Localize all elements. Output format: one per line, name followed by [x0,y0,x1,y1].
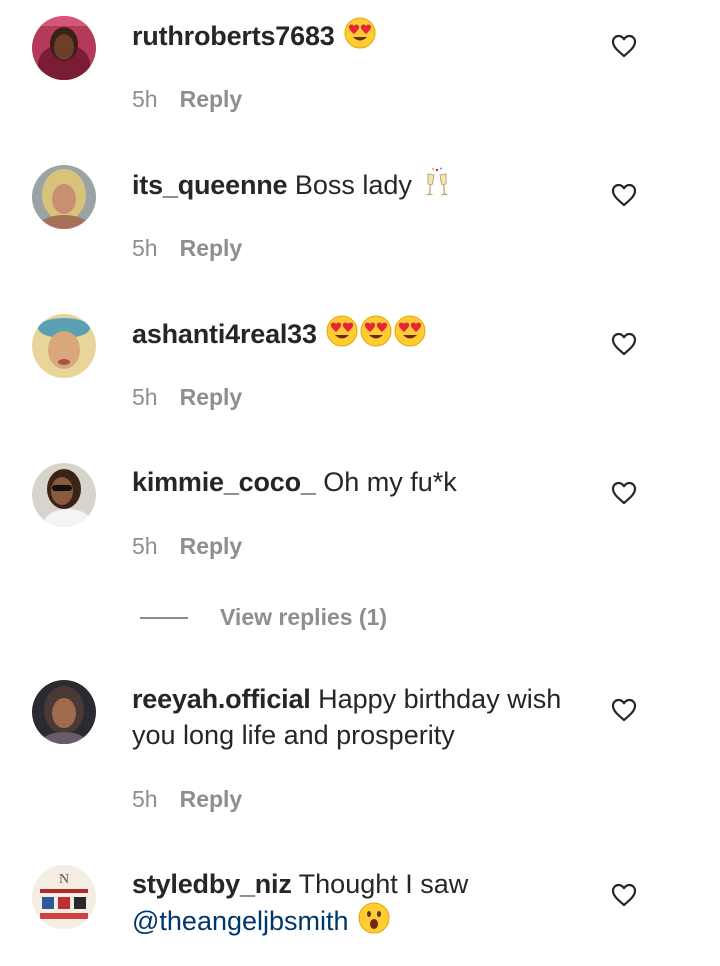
comment-meta: 5h Reply [132,85,242,113]
comment-time: 5h [132,86,158,112]
comment-username[interactable]: ruthroberts7683 [132,21,335,51]
comment-time: 5h [132,786,158,812]
comment-time: 5h [132,533,158,559]
like-heart-icon[interactable] [611,331,637,357]
comment-meta: 5h Reply [132,785,242,813]
comment-username[interactable]: styledby_niz [132,869,292,899]
comment-text: ashanti4real33 [132,315,592,352]
clinking-glasses-emoji [421,166,453,198]
comment-username[interactable]: reeyah.official [132,684,311,714]
reply-button[interactable]: Reply [180,532,243,560]
comment-meta: 5h Reply [132,234,242,262]
comment-body: Boss lady [294,170,412,200]
comment-body: Oh my fu*k [323,467,457,497]
comment-meta: 5h Reply [132,532,242,560]
heart-eyes-emoji [326,315,358,347]
reply-button[interactable]: Reply [180,383,243,411]
comment-time: 5h [132,235,158,261]
reply-button[interactable]: Reply [180,785,243,813]
avatar[interactable] [32,680,96,744]
comment-text: reeyah.official Happy birthday wish you … [132,681,592,753]
like-heart-icon[interactable] [611,480,637,506]
like-heart-icon[interactable] [611,882,637,908]
comment-text: its_queenne Boss lady [132,166,592,203]
avatar[interactable]: N [32,865,96,929]
comment-username[interactable]: kimmie_coco_ [132,467,316,497]
comment-text: ruthroberts7683 [132,17,592,54]
comment-body: Thought I saw [298,869,469,899]
svg-text:N: N [59,872,69,887]
like-heart-icon[interactable] [611,182,637,208]
comment-username[interactable]: its_queenne [132,170,288,200]
comment-time: 5h [132,384,158,410]
avatar[interactable] [32,314,96,378]
heart-eyes-emoji [394,315,426,347]
view-replies-button[interactable]: View replies (1) [220,600,387,634]
reply-button[interactable]: Reply [180,85,243,113]
avatar[interactable] [32,165,96,229]
comment-meta: 5h Reply [132,383,242,411]
mention-link[interactable]: @theangeljbsmith [132,906,349,936]
heart-eyes-emoji [344,17,376,49]
comment-text: kimmie_coco_ Oh my fu*k [132,464,592,500]
view-replies-divider [140,617,188,619]
heart-eyes-emoji [360,315,392,347]
like-heart-icon[interactable] [611,33,637,59]
comment-text: styledby_niz Thought I saw @theangeljbsm… [132,866,592,939]
comment-username[interactable]: ashanti4real33 [132,319,317,349]
like-heart-icon[interactable] [611,697,637,723]
avatar[interactable] [32,463,96,527]
reply-button[interactable]: Reply [180,234,243,262]
avatar[interactable] [32,16,96,80]
surprised-face-emoji [358,902,390,934]
